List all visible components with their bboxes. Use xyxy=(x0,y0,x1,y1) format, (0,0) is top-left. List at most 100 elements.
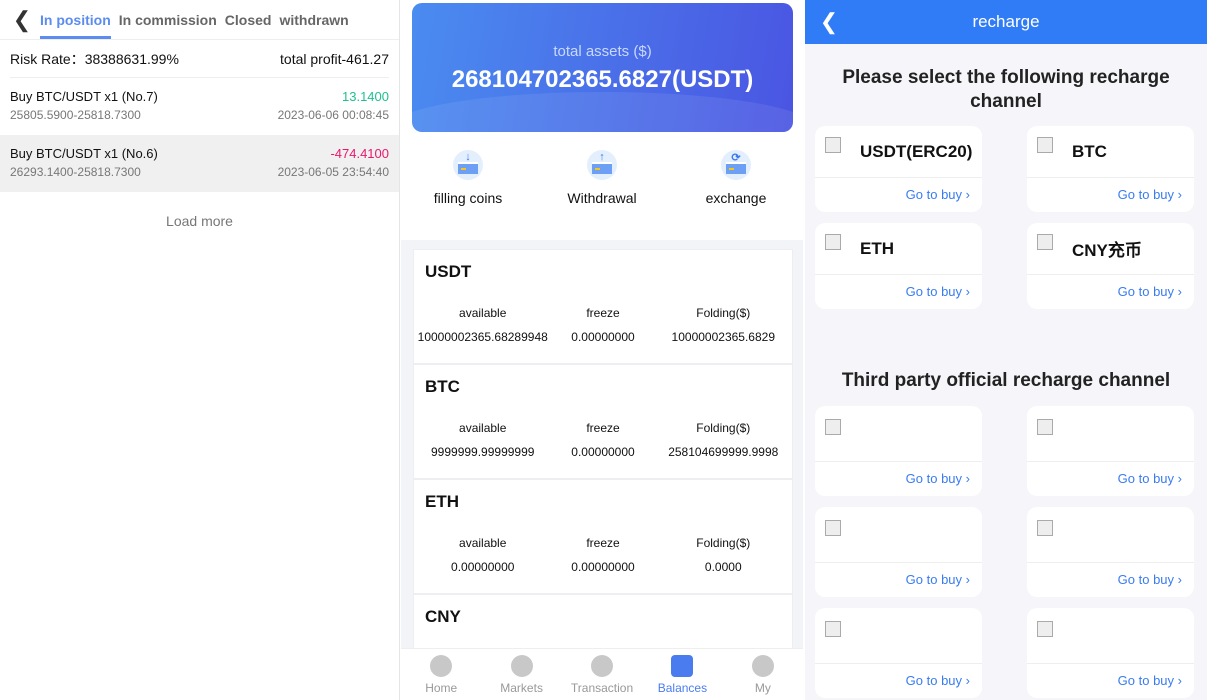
go-to-buy-link[interactable]: Go to buy › xyxy=(1027,664,1194,698)
nav-home[interactable]: Home xyxy=(401,649,481,700)
freeze-value: 0.00000000 xyxy=(571,445,635,459)
third-party-card[interactable]: Go to buy › xyxy=(1027,406,1194,496)
freeze-label: freeze xyxy=(586,306,620,320)
user-icon xyxy=(751,655,774,677)
filling-coins-button[interactable]: ↓ filling coins xyxy=(401,150,535,206)
channel-image xyxy=(825,233,841,250)
channel-image xyxy=(1037,418,1053,435)
bottom-nav: Home Markets Transaction Balances My xyxy=(401,648,803,700)
go-to-buy-link[interactable]: Go to buy › xyxy=(1027,563,1194,597)
third-party-card[interactable]: Go to buy › xyxy=(1027,507,1194,597)
third-party-card[interactable]: Go to buy › xyxy=(815,608,982,698)
channel-image xyxy=(825,620,841,637)
exchange-icon: ⟳ xyxy=(721,150,751,180)
channel-card[interactable]: CNY充币 Go to buy › xyxy=(1027,223,1194,309)
asset-card-btc[interactable]: BTC available freeze Folding($) 9999999.99… xyxy=(413,364,793,479)
back-icon[interactable]: ❮ xyxy=(10,7,34,32)
channel-image xyxy=(825,136,841,153)
home-icon xyxy=(430,655,453,677)
asset-name: ETH xyxy=(425,492,459,511)
tab-in-position[interactable]: In position xyxy=(40,0,111,40)
back-icon[interactable]: ❮ xyxy=(817,9,841,34)
go-to-buy-link[interactable]: Go to buy › xyxy=(1027,178,1194,212)
exchange-button[interactable]: ⟳ exchange xyxy=(669,150,803,206)
asset-card-usdt[interactable]: USDT available freeze Folding($) 100000023… xyxy=(413,249,793,364)
folding-label: Folding($) xyxy=(696,306,751,320)
channel-image xyxy=(1037,620,1053,637)
total-profit: total profit-461.27 xyxy=(280,50,389,67)
channel-card[interactable]: BTC Go to buy › xyxy=(1027,126,1194,212)
third-party-card[interactable]: Go to buy › xyxy=(1027,608,1194,698)
risk-rate: Risk Rate：38388631.99% xyxy=(10,49,179,69)
asset-card-eth[interactable]: ETH available freeze Folding($) 0.00000000… xyxy=(413,479,793,594)
folding-value: 258104699999.9998 xyxy=(668,445,779,459)
position-time: 2023-06-06 00:08:45 xyxy=(277,108,389,122)
go-to-buy-link[interactable]: Go to buy › xyxy=(815,462,982,496)
go-to-buy-link[interactable]: Go to buy › xyxy=(1027,275,1194,309)
go-to-buy-link[interactable]: Go to buy › xyxy=(1027,462,1194,496)
channel-card[interactable]: ETH Go to buy › xyxy=(815,223,982,309)
go-to-buy-link[interactable]: Go to buy › xyxy=(815,563,982,597)
position-item[interactable]: Buy BTC/USDT x1 (No.6) -474.4100 26293.14… xyxy=(0,135,399,192)
asset-name: CNY xyxy=(425,607,461,626)
withdraw-icon: ↑ xyxy=(587,150,617,180)
channel-image xyxy=(1037,519,1053,536)
risk-label: Risk Rate： xyxy=(10,50,85,67)
channel-name: ETH xyxy=(860,238,894,258)
tab-withdrawn[interactable]: withdrawn xyxy=(279,0,348,40)
channel-image xyxy=(1037,136,1053,153)
total-assets-card: total assets ($) 268104702365.6827(USDT) xyxy=(412,3,793,132)
nav-label: My xyxy=(754,681,771,695)
asset-card-cny[interactable]: CNY xyxy=(413,594,793,654)
balances-panel: total assets ($) 268104702365.6827(USDT)… xyxy=(401,0,803,700)
channel-name: CNY充币 xyxy=(1072,241,1142,260)
third-party-card[interactable]: Go to buy › xyxy=(815,406,982,496)
freeze-label: freeze xyxy=(586,421,620,435)
channel-card[interactable]: USDT(ERC20) Go to buy › xyxy=(815,126,982,212)
position-item[interactable]: Buy BTC/USDT x1 (No.7) 13.1400 25805.5900… xyxy=(0,78,399,135)
transaction-icon xyxy=(591,655,614,677)
nav-transaction[interactable]: Transaction xyxy=(562,649,642,700)
nav-label: Balances xyxy=(657,681,708,695)
recharge-panel: ❮ recharge Please select the following re… xyxy=(805,0,1207,700)
available-value: 0.00000000 xyxy=(451,560,515,574)
tab-closed[interactable]: Closed xyxy=(225,0,272,40)
available-value: 9999999.99999999 xyxy=(431,445,535,459)
position-title: Buy BTC/USDT x1 (No.6) xyxy=(10,146,158,161)
folding-value: 10000002365.6829 xyxy=(671,330,775,344)
go-to-buy-link[interactable]: Go to buy › xyxy=(815,275,982,309)
section-title: Third party official recharge channel xyxy=(841,370,1171,391)
tab-in-commission[interactable]: In commission xyxy=(119,0,217,40)
nav-my[interactable]: My xyxy=(723,649,803,700)
nav-markets[interactable]: Markets xyxy=(481,649,561,700)
nav-label: Home xyxy=(425,681,458,695)
channel-image xyxy=(825,519,841,536)
available-value: 10000002365.68289948 xyxy=(417,330,548,344)
freeze-label: freeze xyxy=(586,536,620,550)
nav-balances[interactable]: Balances xyxy=(642,649,722,700)
action-label: exchange xyxy=(705,190,767,206)
risk-value: 38388631.99% xyxy=(84,50,179,67)
channel-image xyxy=(825,418,841,435)
position-title: Buy BTC/USDT x1 (No.7) xyxy=(10,89,158,104)
asset-name: USDT xyxy=(425,262,472,281)
deposit-icon: ↓ xyxy=(453,150,483,180)
go-to-buy-link[interactable]: Go to buy › xyxy=(815,178,982,212)
total-assets-value: 268104702365.6827(USDT) xyxy=(451,66,754,93)
freeze-value: 0.00000000 xyxy=(571,560,635,574)
load-more-button[interactable]: Load more xyxy=(0,213,399,229)
third-party-card[interactable]: Go to buy › xyxy=(815,507,982,597)
available-label: available xyxy=(459,306,507,320)
withdrawal-button[interactable]: ↑ Withdrawal xyxy=(535,150,669,206)
available-label: available xyxy=(459,421,507,435)
position-profit: 13.1400 xyxy=(342,89,389,104)
position-profit: -474.4100 xyxy=(330,146,389,161)
channel-image xyxy=(1037,233,1053,250)
go-to-buy-link[interactable]: Go to buy › xyxy=(815,664,982,698)
channel-name: USDT(ERC20) xyxy=(860,141,973,161)
folding-value: 0.0000 xyxy=(704,560,742,574)
total-assets-label: total assets ($) xyxy=(553,43,652,60)
position-time: 2023-06-05 23:54:40 xyxy=(277,165,389,179)
nav-label: Transaction xyxy=(570,681,634,695)
section-title: Please select the following recharge cha… xyxy=(842,67,1170,112)
